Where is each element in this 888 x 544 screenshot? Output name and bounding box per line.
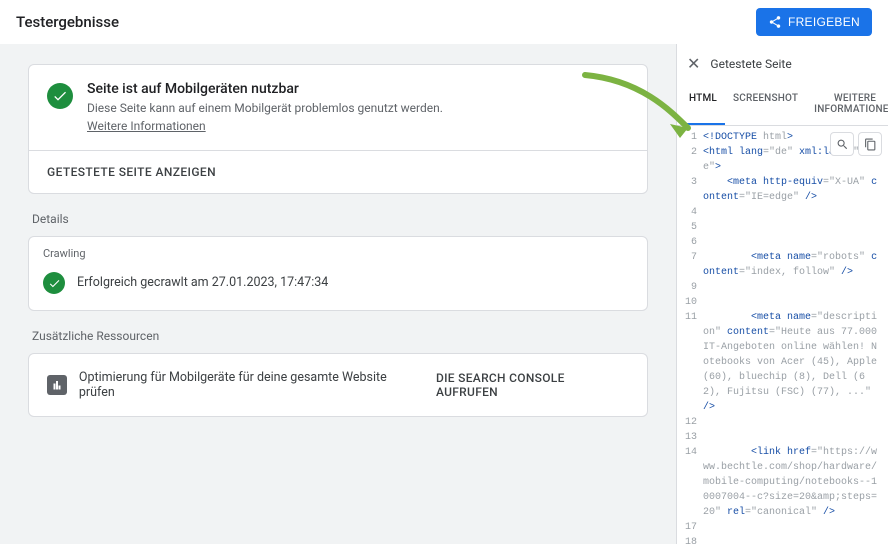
view-tested-page-button[interactable]: GETESTETE SEITE ANZEIGEN <box>29 150 647 193</box>
details-label: Details <box>32 212 644 226</box>
crawl-result-text: Erfolgreich gecrawlt am 27.01.2023, 17:4… <box>77 275 328 290</box>
panel-tabs: HTML SCREENSHOT WEITEREINFORMATIONEN <box>677 83 888 126</box>
code-line: 6 <box>677 235 888 250</box>
success-icon <box>47 83 73 109</box>
resource-card: Optimierung für Mobilgeräte für deine ge… <box>28 353 648 417</box>
results-column: Seite ist auf Mobilgeräten nutzbar Diese… <box>0 44 676 544</box>
status-card: Seite ist auf Mobilgeräten nutzbar Diese… <box>28 64 648 194</box>
resources-label: Zusätzliche Ressourcen <box>32 329 644 343</box>
code-line: 13 <box>677 430 888 445</box>
resource-text: Optimierung für Mobilgeräte für deine ge… <box>79 370 424 400</box>
code-line: 3 <meta http-equiv="X-UA" content="IE=ed… <box>677 175 888 205</box>
search-code-button[interactable] <box>830 132 854 156</box>
crawl-label: Crawling <box>43 247 633 260</box>
more-info-link[interactable]: Weitere Informationen <box>87 119 206 133</box>
crawl-card[interactable]: Crawling Erfolgreich gecrawlt am 27.01.2… <box>28 236 648 311</box>
code-line: 7 <meta name="robots" content="index, fo… <box>677 250 888 280</box>
code-line: 12 <box>677 415 888 430</box>
close-icon[interactable]: ✕ <box>687 54 700 73</box>
panel-title: Getestete Seite <box>710 57 791 71</box>
copy-code-button[interactable] <box>858 132 882 156</box>
code-line: 5 <box>677 220 888 235</box>
status-subtext: Diese Seite kann auf einem Mobilgerät pr… <box>87 101 443 115</box>
code-line: 9 <box>677 280 888 295</box>
code-view[interactable]: 1<!DOCTYPE html>2<html lang="de" xml:lan… <box>677 126 888 544</box>
share-button[interactable]: FREIGEBEN <box>756 8 872 36</box>
code-line: 10 <box>677 295 888 310</box>
code-line: 11 <meta name="description" content="Heu… <box>677 310 888 415</box>
success-icon <box>43 272 65 294</box>
page-title: Testergebnisse <box>16 13 119 31</box>
open-search-console-button[interactable]: DIE SEARCH CONSOLE AUFRUFEN <box>436 371 629 399</box>
code-line: 4 <box>677 205 888 220</box>
side-panel: ✕ Getestete Seite HTML SCREENSHOT WEITER… <box>676 44 888 544</box>
main-area: Seite ist auf Mobilgeräten nutzbar Diese… <box>0 44 888 544</box>
tab-more-info[interactable]: WEITEREINFORMATIONEN <box>806 83 888 125</box>
code-line: 18 <box>677 535 888 544</box>
code-line: 17 <box>677 520 888 535</box>
share-label: FREIGEBEN <box>788 15 860 29</box>
tab-html[interactable]: HTML <box>681 83 725 125</box>
share-icon <box>768 15 782 29</box>
tab-screenshot[interactable]: SCREENSHOT <box>725 83 806 125</box>
status-heading: Seite ist auf Mobilgeräten nutzbar <box>87 81 443 97</box>
code-line: 14 <link href="https://www.bechtle.com/s… <box>677 445 888 520</box>
top-bar: Testergebnisse FREIGEBEN <box>0 0 888 44</box>
analytics-icon <box>47 375 67 395</box>
